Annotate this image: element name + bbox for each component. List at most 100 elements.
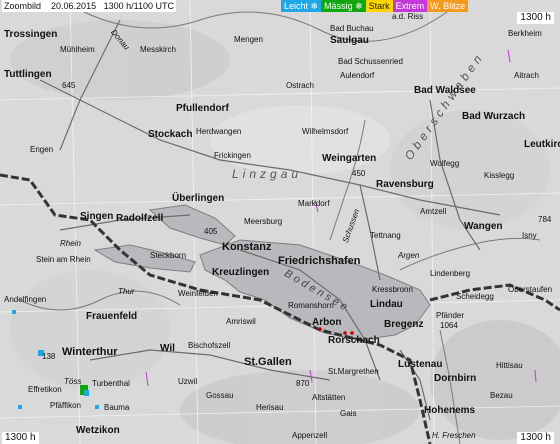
place-weinfelden: Weinfelden <box>178 289 218 298</box>
place-gais: Gais <box>340 409 357 418</box>
legend-bar: Leicht ❄ Mässig ❄ Stark Extrem W. Blitze <box>281 0 469 12</box>
top-right-time: 1300 h <box>517 12 554 24</box>
bottom-left-time: 1300 h <box>2 432 39 444</box>
legend-item-m-ssig: Mässig ❄ <box>321 0 366 12</box>
place-saulgau: Saulgau <box>330 35 369 46</box>
place-arbon: Arbon <box>312 317 342 328</box>
place-pfander-alt: 1064 <box>440 321 458 330</box>
place-oberstaufen: Oberstaufen <box>508 285 553 294</box>
place-weingarten: Weingarten <box>322 153 377 164</box>
map-view[interactable]: Zoombild 20.06.2015 1300 h/1100 UTC Leic… <box>0 0 560 444</box>
river-argen: Argen <box>398 251 420 260</box>
place-dornbirn: Dornbirn <box>434 373 477 384</box>
place-herisau: Herisau <box>256 403 284 412</box>
product-label: Zoombild <box>4 1 42 11</box>
place-tettnang: Tettnang <box>370 231 401 240</box>
place-aulendorf: Aulendorf <box>340 71 375 80</box>
place-turbenthal: Turbenthal <box>92 379 130 388</box>
place-uzwil: Uzwil <box>178 377 198 386</box>
place-ravensburg: Ravensburg <box>376 179 434 190</box>
place-effretikon: Effretikon <box>28 385 62 394</box>
place-stein-am-rhein: Stein am Rhein <box>36 255 91 264</box>
place-muhlheim: Mühlheim <box>60 45 95 54</box>
place-wangen: Wangen <box>464 221 503 232</box>
route-405: 405 <box>204 227 218 236</box>
river-toss: Töss <box>64 377 82 386</box>
place-wetzikon: Wetzikon <box>76 425 120 436</box>
bottom-right-time: 1300 h <box>517 432 554 444</box>
place-kressbronn: Kressbronn <box>372 285 413 294</box>
place-meersburg: Meersburg <box>244 217 283 226</box>
place-wilhelmsdorf: Wilhelmsdorf <box>302 127 349 136</box>
place-messkirch: Messkirch <box>140 45 177 54</box>
place-ostrach: Ostrach <box>286 81 315 90</box>
legend-item-w-blitze: W. Blitze <box>427 0 469 12</box>
place-lustenau: Lustenau <box>398 359 443 370</box>
place-kreuzlingen: Kreuzlingen <box>212 267 270 278</box>
place-andelfingen: Andelfingen <box>4 295 47 304</box>
place-frauenfeld: Frauenfeld <box>86 311 138 322</box>
place-a-d-riss: a.d. Riss <box>392 12 424 21</box>
legend-item-extrem: Extrem <box>392 0 428 12</box>
place-singen: Singen <box>80 211 114 222</box>
place-st-gallen: St.Gallen <box>244 356 292 368</box>
place-hittisau: Hittisau <box>496 361 523 370</box>
place-lindau: Lindau <box>370 299 403 310</box>
place-pfaffikon: Pfäffikon <box>50 401 81 410</box>
place-bad-schussenried: Bad Schussenried <box>338 57 403 66</box>
route-870: 870 <box>296 379 310 388</box>
header-info: Zoombild 20.06.2015 1300 h/1100 UTC <box>2 0 176 12</box>
place-aitrach: Aitrach <box>514 71 539 80</box>
region-linzgau: Linzgau <box>232 167 303 181</box>
place-scheidegg: Scheidegg <box>456 292 494 301</box>
place-radolfzell: Radolfzell <box>116 213 164 224</box>
route-450: 450 <box>352 169 366 178</box>
place-trossingen: Trossingen <box>4 29 58 40</box>
place-konstanz: Konstanz <box>222 241 272 253</box>
place-pfander: Pfänder <box>436 311 465 320</box>
place-bad-wurzach: Bad Wurzach <box>462 111 526 122</box>
place-wolfegg: Wolfegg <box>430 159 460 168</box>
place-bischofszell: Bischofszell <box>188 341 231 350</box>
place-herdwangen: Herdwangen <box>196 127 242 136</box>
place-pfullendorf: Pfullendorf <box>176 103 229 114</box>
place-winterthur: Winterthur <box>62 346 118 358</box>
place-amriswil: Amriswil <box>226 317 256 326</box>
route-645: 645 <box>62 81 76 90</box>
place-leutkirch: Leutkirch <box>524 139 560 150</box>
place-bauma: Bauma <box>104 403 130 412</box>
legend-item-stark: Stark <box>365 0 393 12</box>
route-784: 784 <box>538 215 552 224</box>
place-gossau: Gossau <box>206 391 234 400</box>
route-138: 138 <box>42 352 56 361</box>
place-amtzell: Amtzell <box>420 207 447 216</box>
place-altstatten: Altstätten <box>312 393 346 402</box>
place-kisslegg: Kisslegg <box>484 171 515 180</box>
place-bad-buchau: Bad Buchau <box>330 24 374 33</box>
place-bregenz: Bregenz <box>384 319 424 330</box>
place-stockach: Stockach <box>148 129 193 140</box>
place-appenzell: Appenzell <box>292 431 328 440</box>
place-wil: Wil <box>160 343 175 354</box>
place-st-margrethen: St.Margrethen <box>328 367 379 376</box>
place-friedrichshafen: Friedrichshafen <box>278 255 361 267</box>
place-isny: Isny <box>522 231 537 240</box>
place-steckborn: Steckborn <box>150 251 187 260</box>
place-markdorf: Markdorf <box>298 199 330 208</box>
place-frickingen: Frickingen <box>214 151 251 160</box>
place-rorschach: Rorschach <box>328 335 380 346</box>
place-berkheim: Berkheim <box>508 29 542 38</box>
river-thur: Thur <box>118 287 135 296</box>
place-tuttlingen: Tuttlingen <box>4 69 52 80</box>
date-label: 20.06.2015 <box>51 1 97 11</box>
place-hohenems: Hohenems <box>424 405 476 416</box>
river-rhein: Rhein <box>60 239 81 248</box>
place-uberlingen: Überlingen <box>172 193 225 204</box>
time-label: 1300 h/1100 UTC <box>103 1 174 11</box>
credit-label: H. Freschen <box>432 431 476 440</box>
legend-item-leicht: Leicht ❄ <box>281 0 322 12</box>
place-lindenberg: Lindenberg <box>430 269 471 278</box>
place-engen: Engen <box>30 145 54 154</box>
place-mengen: Mengen <box>234 35 263 44</box>
place-bezau: Bezau <box>490 391 513 400</box>
